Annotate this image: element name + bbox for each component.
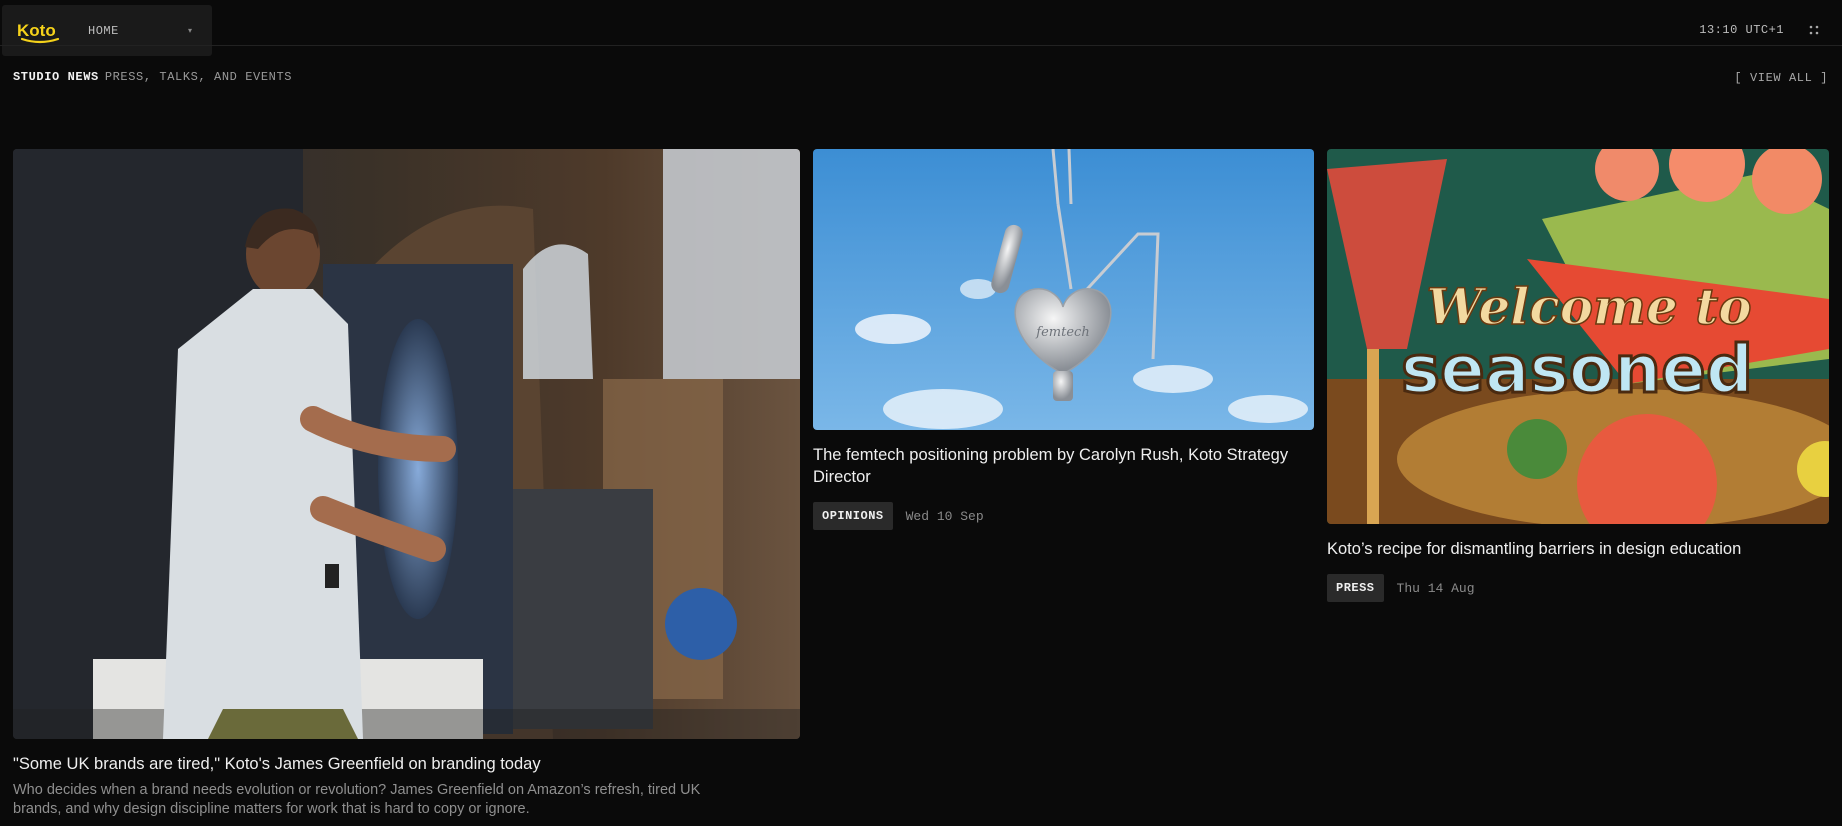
news-card-greenfield[interactable]: "Some UK brands are tired," Koto's James… <box>13 149 800 819</box>
speaker-photo <box>13 149 800 739</box>
pendant-engraving: femtech <box>1035 325 1089 340</box>
card-title[interactable]: "Some UK brands are tired," Koto's James… <box>13 753 800 775</box>
card-image-speaker[interactable] <box>13 149 800 739</box>
chevron-down-icon: ▾ <box>187 26 192 35</box>
view-all-link[interactable]: [ VIEW ALL ] <box>1734 71 1828 85</box>
clock-readout: 13:10 UTC+1 <box>1699 23 1784 37</box>
pendant-photo: femtech <box>813 149 1314 430</box>
card-image-seasoned[interactable]: Welcome to seasoned <box>1327 149 1829 524</box>
seasoned-artwork: Welcome to seasoned <box>1327 149 1829 524</box>
category-tag[interactable]: PRESS <box>1327 574 1384 602</box>
welcome-to-lettering: Welcome to <box>1426 277 1751 336</box>
card-title[interactable]: Koto’s recipe for dismantling barriers i… <box>1327 538 1829 560</box>
category-tag[interactable]: OPINIONS <box>813 502 893 530</box>
card-image-pendant[interactable]: femtech <box>813 149 1314 430</box>
post-date: Wed 10 Sep <box>905 508 984 524</box>
grid-dots-icon[interactable] <box>1808 24 1820 36</box>
post-date: Thu 14 Aug <box>1396 580 1475 596</box>
seasoned-lettering: seasoned <box>1401 331 1753 408</box>
home-nav-menu[interactable]: Koto HOME ▾ <box>2 5 212 56</box>
news-card-seasoned[interactable]: Welcome to seasoned Koto’s recipe for di… <box>1327 149 1829 602</box>
section-subtitle: PRESS, TALKS, AND EVENTS <box>104 70 293 84</box>
section-title: STUDIO NEWS <box>13 70 99 84</box>
nav-home-label: HOME <box>88 23 119 38</box>
koto-logo[interactable]: Koto <box>16 18 64 44</box>
section-header: STUDIO NEWS PRESS, TALKS, AND EVENTS <box>13 70 292 84</box>
svg-text:Koto: Koto <box>17 21 56 40</box>
card-title[interactable]: The femtech positioning problem by Carol… <box>813 444 1314 488</box>
header-divider <box>0 45 1842 46</box>
card-description: Who decides when a brand needs evolution… <box>13 782 701 817</box>
news-card-femtech[interactable]: femtech The femtech positioning problem … <box>813 149 1314 530</box>
